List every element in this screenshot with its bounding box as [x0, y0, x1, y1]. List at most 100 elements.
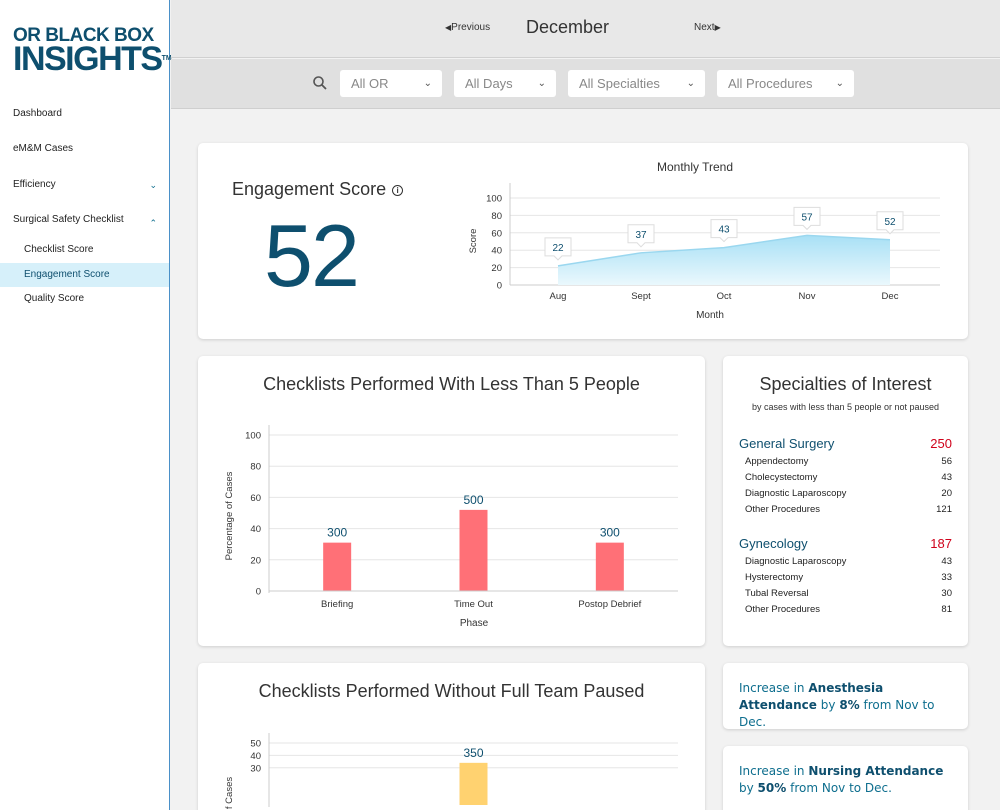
bar [323, 542, 352, 591]
current-month: December [526, 17, 610, 37]
sidebar-item-label: Quality Score [24, 293, 85, 304]
y-tick-label: 40 [250, 751, 261, 762]
y-tick-label: 40 [491, 246, 502, 257]
y-tick-label: 60 [491, 228, 502, 239]
triangle-right-icon: ▶ [714, 23, 721, 32]
filter-bar: All OR ⌄ All Days ⌄ All Specialties ⌄ All P… [171, 59, 1000, 109]
sidebar-item-surgical-safety-checklist[interactable]: Surgical Safety Checklist ⌃ [0, 208, 169, 232]
sidebar-item-checklist-score[interactable]: Checklist Score [0, 238, 169, 262]
specialty-header[interactable]: Gynecology 187 [739, 536, 952, 551]
data-label: 57 [801, 212, 813, 223]
specialty-group-general-surgery: General Surgery 250 Appendectomy 56 Cholec… [739, 436, 952, 515]
specialties-title: Specialties of Interest [759, 374, 932, 394]
logo-line2: INSIGHTSTM [13, 40, 172, 78]
info-icon[interactable]: i [392, 184, 404, 196]
not-paused-title: Checklists Performed Without Full Team P… [258, 681, 645, 701]
monthly-trend-chart: Monthly Trend 0 20 40 60 80 100 22 Aug 37 Sept 43 Oc… [468, 160, 940, 321]
procedures-select[interactable]: All Procedures ⌄ [717, 70, 854, 97]
insight-nursing-card: Increase in Nursing Attendance by 50% fr… [723, 746, 968, 810]
not-paused-chart: 304050 350 f Cases [224, 733, 678, 809]
y-tick-label: 30 [250, 763, 261, 774]
not-paused-card: Checklists Performed Without Full Team P… [198, 663, 705, 810]
logo: OR BLACK BOX INSIGHTSTM [13, 26, 172, 78]
less-than-5-chart: 0 20 40 60 80 100 300 Briefing 500 Time Out 300 Pos… [224, 425, 678, 629]
bar [459, 762, 488, 805]
data-label: 37 [635, 230, 647, 241]
sidebar-item-emm-cases[interactable]: eM&M Cases [0, 137, 169, 161]
previous-button[interactable]: ◀Previous [445, 22, 490, 33]
specialty-header[interactable]: General Surgery 250 [739, 436, 952, 451]
y-axis-title: f Cases [224, 777, 235, 809]
sidebar-item-dashboard[interactable]: Dashboard [0, 102, 169, 126]
specialty-row: Tubal Reversal 30 [745, 588, 952, 599]
specialties-select[interactable]: All Specialties ⌄ [568, 70, 705, 97]
less-than-5-card: Checklists Performed With Less Than 5 Pe… [198, 356, 705, 646]
insight-text: Increase in Anesthesia Attendance by 8% … [739, 681, 935, 729]
data-label: 22 [552, 243, 564, 254]
y-tick-label: 40 [250, 524, 261, 535]
y-tick-label: 100 [486, 194, 502, 205]
or-select[interactable]: All OR ⌄ [340, 70, 442, 97]
data-label: 300 [600, 526, 620, 540]
data-label: 43 [718, 225, 730, 236]
specialty-row: Diagnostic Laparoscopy 43 [745, 556, 952, 567]
x-tick-label: Time Out [454, 599, 493, 610]
insight-anesthesia-card: Increase in Anesthesia Attendance by 8% … [723, 663, 968, 729]
sidebar-item-quality-score[interactable]: Quality Score [0, 287, 169, 311]
y-tick-label: 100 [245, 431, 261, 442]
x-tick-label: Postop Debrief [578, 599, 641, 610]
engagement-card: Engagement Score i 52 Monthly Trend 0 20 40 6… [198, 143, 968, 339]
sidebar-item-label: Checklist Score [24, 244, 94, 255]
days-select[interactable]: All Days ⌄ [454, 70, 556, 97]
bar [459, 509, 488, 591]
engagement-title: Engagement Score i [232, 179, 404, 200]
y-axis-title: Percentage of Cases [224, 471, 235, 560]
chevron-up-icon: ⌃ [149, 218, 157, 228]
sidebar-item-label: Dashboard [13, 108, 62, 119]
y-tick-label: 50 [250, 739, 261, 750]
y-tick-label: 0 [256, 587, 261, 598]
x-tick-label: Aug [550, 291, 567, 302]
x-tick-label: Oct [717, 291, 732, 302]
x-tick-label: Sept [631, 291, 651, 302]
sidebar-item-label: Engagement Score [24, 269, 110, 280]
area-fill [558, 235, 890, 285]
specialties-card: Specialties of Interest by cases with le… [723, 356, 968, 646]
chevron-down-icon: ⌄ [537, 78, 546, 89]
sidebar-item-label: Surgical Safety Checklist [13, 214, 124, 225]
search-icon[interactable] [312, 75, 328, 91]
x-tick-label: Nov [799, 291, 816, 302]
specialty-row: Hysterectomy 33 [745, 572, 952, 583]
less-than-5-title: Checklists Performed With Less Than 5 Pe… [263, 374, 640, 394]
specialties-subtitle: by cases with less than 5 people or not … [751, 402, 940, 412]
chevron-down-icon: ⌄ [835, 78, 844, 89]
y-axis-title: Score [468, 229, 479, 254]
y-tick-label: 80 [491, 211, 502, 222]
sidebar-item-efficiency[interactable]: Efficiency ⌄ [0, 173, 169, 197]
y-tick-label: 20 [491, 263, 502, 274]
chevron-down-icon: ⌄ [149, 180, 157, 190]
x-axis-title: Month [696, 310, 724, 321]
data-label: 52 [884, 217, 896, 228]
specialty-row: Diagnostic Laparoscopy 20 [745, 488, 952, 499]
y-tick-label: 0 [497, 281, 502, 292]
y-tick-label: 80 [250, 462, 261, 473]
sidebar-item-engagement-score[interactable]: Engagement Score [0, 263, 169, 287]
data-label: 350 [463, 746, 483, 760]
specialty-row: Other Procedures 121 [745, 504, 952, 515]
x-axis-title: Phase [460, 618, 489, 629]
data-label: 300 [327, 526, 347, 540]
specialty-row: Appendectomy 56 [745, 456, 952, 467]
chart-title: Monthly Trend [657, 160, 733, 174]
x-tick-label: Dec [882, 291, 899, 302]
sidebar-item-label: Efficiency [13, 179, 56, 190]
bar [595, 542, 624, 591]
y-tick-label: 60 [250, 493, 261, 504]
specialty-row: Cholecystectomy 43 [745, 472, 952, 483]
engagement-score: 52 [264, 206, 360, 305]
specialty-group-gynecology: Gynecology 187 Diagnostic Laparoscopy 43 H… [739, 536, 952, 615]
next-button[interactable]: Next▶ [694, 22, 721, 33]
data-label: 500 [463, 493, 483, 507]
sidebar: OR BLACK BOX INSIGHTSTM Dashboard eM&M C… [0, 0, 172, 810]
specialty-row: Other Procedures 81 [745, 604, 952, 615]
